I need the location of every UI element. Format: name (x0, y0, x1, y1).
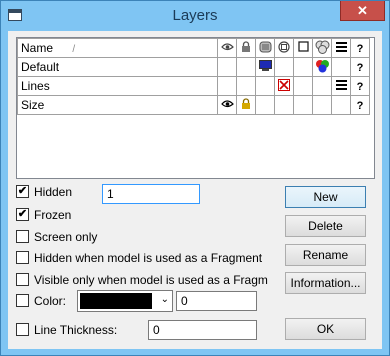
help-glyph: ? (356, 62, 364, 74)
line-thickness-checkbox[interactable] (16, 323, 29, 336)
delete-button[interactable]: Delete (285, 215, 366, 237)
visible-fragment-label: Visible only when model is used as a Fra… (34, 273, 268, 287)
column-header-screen-only[interactable] (255, 38, 275, 58)
hidden-eye-icon (220, 100, 234, 108)
hidden-checkbox[interactable]: ✔ (16, 185, 29, 198)
window-title: Layers (172, 7, 218, 24)
lock-icon (242, 40, 250, 52)
grid-header-row: Name / ? (17, 38, 370, 58)
column-header-name[interactable]: Name / (17, 38, 218, 58)
close-button[interactable]: ✕ (340, 1, 385, 21)
line-thickness-label: Line Thickness: (34, 323, 118, 337)
rename-button[interactable]: Rename (285, 244, 366, 266)
color-circles-icon (315, 40, 329, 54)
row-name: Lines (17, 76, 218, 96)
column-header-hidden[interactable] (217, 38, 237, 58)
information-button[interactable]: Information... (285, 272, 366, 294)
column-header-line-thickness[interactable] (331, 38, 351, 58)
chevron-down-icon: ⌄ (160, 294, 169, 305)
hidden-eye-icon (220, 43, 234, 51)
column-header-color[interactable] (312, 38, 332, 58)
line-thickness-input[interactable]: 0 (148, 320, 257, 340)
table-row[interactable]: Default ? (17, 57, 370, 77)
column-header-name-label: Name (21, 41, 54, 55)
monitor-icon (258, 60, 272, 71)
dialog-client: Name / ? Default ? Lines ? Size ? ✔ Hidd… (8, 31, 382, 349)
layers-dialog: Layers ✕ Name / ? Default ? Lines ? Size… (0, 0, 390, 356)
rgb-color-icon (315, 59, 329, 72)
sort-indicator-icon: / (72, 44, 76, 55)
help-glyph: ? (356, 43, 364, 55)
screen-only-checkbox[interactable] (16, 230, 29, 243)
lock-icon (242, 97, 250, 109)
visible-fragment-checkbox[interactable] (16, 273, 29, 286)
color-swatch (80, 293, 152, 309)
hidden-label: Hidden (34, 185, 73, 199)
title-bar[interactable]: Layers ✕ (1, 1, 389, 31)
screen-only-label: Screen only (34, 230, 98, 244)
fragment-icon (278, 40, 290, 53)
hidden-fragment-label: Hidden when model is used as a Fragment (34, 251, 263, 265)
color-label: Color: (34, 294, 67, 308)
table-row[interactable]: Size ? (17, 95, 370, 115)
frozen-label: Frozen (34, 208, 72, 222)
square-outline-icon (297, 41, 309, 52)
screen-icon (259, 41, 271, 52)
row-name: Default (17, 57, 218, 77)
table-row[interactable]: Lines ? (17, 76, 370, 96)
color-checkbox[interactable] (16, 294, 29, 307)
column-header-fragment-hidden[interactable] (274, 38, 294, 58)
color-select[interactable]: ⌄ (77, 290, 173, 312)
layers-grid[interactable]: Name / ? Default ? Lines ? Size ? (16, 37, 375, 179)
new-button[interactable]: New (285, 186, 366, 208)
help-glyph: ? (356, 81, 364, 93)
column-header-help[interactable]: ? (350, 38, 370, 58)
ok-button[interactable]: OK (285, 318, 366, 340)
help-glyph: ? (356, 100, 364, 112)
line-weight-icon (335, 80, 347, 90)
column-header-fragment-visible[interactable] (293, 38, 313, 58)
color-value-input[interactable]: 0 (176, 291, 257, 311)
column-header-frozen[interactable] (236, 38, 256, 58)
hidden-value-input[interactable]: 1 (102, 184, 200, 204)
line-weight-icon (335, 42, 347, 52)
frozen-checkbox[interactable]: ✔ (16, 208, 29, 221)
hidden-fragment-checkbox[interactable] (16, 251, 29, 264)
row-name: Size (17, 95, 218, 115)
fragment-hidden-red-icon (278, 78, 290, 91)
